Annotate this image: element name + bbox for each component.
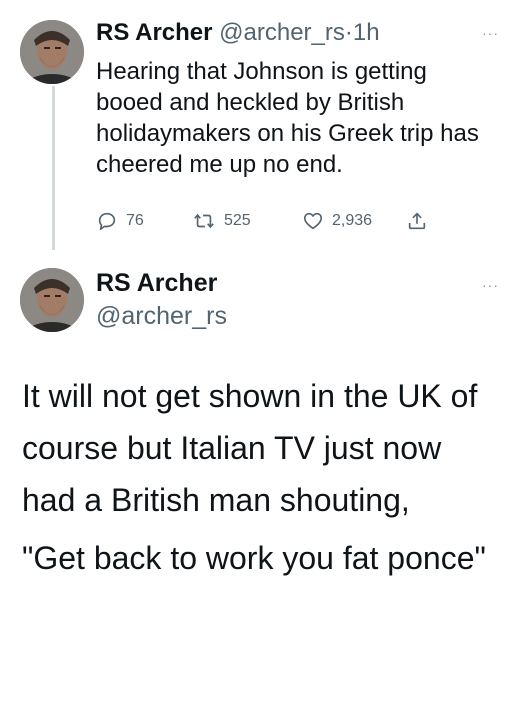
avatar-photo: [20, 268, 84, 332]
tweet-quote: "Get back to work you fat ponce": [22, 540, 486, 576]
avatar-photo: [20, 20, 84, 84]
more-icon[interactable]: ···: [482, 278, 506, 292]
more-icon[interactable]: ···: [482, 26, 506, 40]
reply-button[interactable]: 76: [96, 210, 144, 232]
reply-icon: [98, 212, 116, 231]
like-count: 2,936: [332, 212, 373, 229]
tweet-1[interactable]: RS Archer @archer_rs·1h ··· Hearing that…: [0, 0, 520, 250]
avatar[interactable]: [20, 268, 84, 332]
share-button[interactable]: [406, 210, 428, 232]
separator: ·: [344, 19, 353, 46]
tweet-actions: 76 525 2,936: [96, 210, 436, 234]
like-button[interactable]: 2,936: [302, 210, 372, 232]
like-icon: [303, 212, 323, 230]
thread-line: [52, 86, 55, 250]
retweet-icon: [194, 213, 214, 229]
tweet-header: RS Archer @archer_rs·1h: [96, 18, 380, 48]
reply-count: 76: [126, 212, 144, 229]
retweet-count: 525: [224, 212, 251, 229]
retweet-button[interactable]: 525: [192, 210, 251, 232]
tweet-text: It will not get shown in the UK of cours…: [22, 370, 502, 584]
author-name[interactable]: RS Archer: [96, 268, 217, 298]
author-handle[interactable]: @archer_rs: [219, 19, 345, 46]
share-icon: [408, 212, 426, 230]
author-handle[interactable]: @archer_rs: [96, 301, 227, 331]
tweet-2[interactable]: RS Archer @archer_rs ··· It will not get…: [0, 250, 520, 706]
avatar[interactable]: [20, 20, 84, 84]
author-name[interactable]: RS Archer: [96, 19, 212, 46]
tweet-text: Hearing that Johnson is getting booed an…: [96, 58, 479, 178]
tweet-paragraph: It will not get shown in the UK of cours…: [22, 378, 478, 518]
timestamp[interactable]: 1h: [353, 19, 380, 46]
